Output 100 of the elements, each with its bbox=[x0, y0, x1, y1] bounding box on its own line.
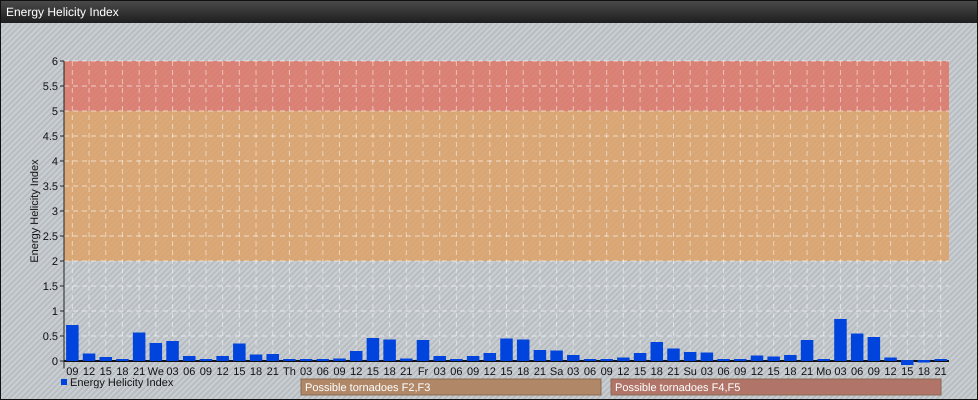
y-tick-label: 0 bbox=[52, 356, 58, 368]
y-tick-label: 1.5 bbox=[42, 281, 58, 293]
x-tick-label: 18 bbox=[650, 366, 663, 378]
x-tick-label: 12 bbox=[82, 366, 96, 378]
y-tick-label: 3.5 bbox=[42, 181, 58, 193]
x-tick-label: 09 bbox=[600, 366, 613, 378]
bar bbox=[182, 356, 196, 361]
bar bbox=[918, 360, 930, 362]
bar bbox=[366, 338, 380, 361]
bar bbox=[500, 338, 513, 361]
x-tick-label: 06 bbox=[584, 366, 596, 378]
bar bbox=[534, 350, 546, 361]
bar bbox=[400, 358, 413, 361]
x-tick-label: 03 bbox=[300, 366, 312, 378]
x-tick-label: 12 bbox=[884, 366, 897, 378]
bar bbox=[650, 342, 664, 361]
x-tick-label: 03 bbox=[700, 366, 713, 378]
y-tick-label: 1 bbox=[52, 306, 58, 318]
y-tick-label: 4.5 bbox=[42, 131, 58, 143]
bar bbox=[166, 341, 179, 361]
x-tick-label: 09 bbox=[466, 366, 480, 378]
x-tick-label: 15 bbox=[233, 366, 246, 378]
bar bbox=[634, 353, 646, 361]
x-tick-label: 18 bbox=[918, 366, 930, 378]
y-tick-label: 0.5 bbox=[42, 331, 58, 343]
bar bbox=[767, 356, 780, 361]
note-label: Possible tornadoes F2,F3 bbox=[305, 382, 430, 394]
x-tick-label: 21 bbox=[800, 366, 814, 378]
bar bbox=[99, 357, 112, 361]
bar bbox=[700, 352, 714, 361]
bar bbox=[350, 351, 362, 361]
x-tick-label: 21 bbox=[534, 366, 546, 378]
x-tick-label: 18 bbox=[784, 366, 796, 378]
bar bbox=[132, 332, 146, 361]
x-tick-label: 18 bbox=[517, 366, 530, 378]
bar bbox=[750, 356, 764, 361]
y-tick-label: 5 bbox=[52, 106, 58, 118]
bar bbox=[516, 340, 530, 361]
x-tick-label: 12 bbox=[617, 366, 630, 378]
x-tick-label: 03 bbox=[567, 366, 580, 378]
bar bbox=[66, 325, 79, 361]
y-tick-label: 3 bbox=[52, 206, 58, 218]
bar bbox=[667, 348, 680, 361]
y-tick-label: 2.5 bbox=[42, 231, 58, 243]
bar bbox=[850, 334, 864, 361]
bar bbox=[884, 358, 897, 361]
x-tick-label: 12 bbox=[216, 366, 229, 378]
x-tick-label: 09 bbox=[868, 366, 880, 378]
bar bbox=[834, 319, 847, 361]
x-tick-label: 21 bbox=[667, 366, 680, 378]
window-title: Energy Helicity Index bbox=[1, 1, 977, 23]
x-tick-label: 12 bbox=[484, 366, 496, 378]
x-tick-label: 15 bbox=[100, 366, 112, 378]
x-tick-label: 15 bbox=[634, 366, 646, 378]
x-tick-label: 06 bbox=[851, 366, 864, 378]
x-tick-label: 12 bbox=[750, 366, 764, 378]
x-tick-label: 15 bbox=[901, 366, 914, 378]
x-tick-label: 03 bbox=[434, 366, 446, 378]
x-tick-label: 15 bbox=[500, 366, 513, 378]
bar bbox=[333, 358, 346, 361]
x-tick-label: 03 bbox=[834, 366, 847, 378]
legend-label: Energy Helicity Index bbox=[70, 377, 174, 389]
y-tick-label: 4 bbox=[52, 156, 58, 168]
x-tick-label: 21 bbox=[934, 366, 947, 378]
x-tick-label: 09 bbox=[333, 366, 346, 378]
y-tick-label: 2 bbox=[52, 256, 58, 268]
bar bbox=[567, 355, 580, 361]
x-tick-label: 06 bbox=[183, 366, 196, 378]
bar bbox=[82, 354, 96, 361]
x-tick-label: 03 bbox=[166, 366, 179, 378]
x-tick-label: Sa bbox=[550, 366, 564, 378]
x-tick-label: 21 bbox=[400, 366, 412, 378]
x-tick-label: 09 bbox=[734, 366, 746, 378]
x-tick-label: 18 bbox=[116, 366, 129, 378]
x-tick-label: We bbox=[148, 366, 164, 378]
bar bbox=[233, 344, 246, 361]
x-tick-label: 09 bbox=[200, 366, 212, 378]
bar bbox=[466, 356, 480, 361]
x-tick-label: 06 bbox=[450, 366, 463, 378]
bar bbox=[868, 337, 880, 361]
x-tick-label: Fr bbox=[418, 366, 428, 378]
bar bbox=[250, 354, 262, 361]
bar bbox=[216, 356, 229, 361]
y-axis-title: Energy Helicity Index bbox=[29, 159, 41, 263]
y-tick-label: 5.5 bbox=[42, 81, 58, 93]
bar bbox=[617, 358, 630, 361]
x-tick-label: Mo bbox=[816, 366, 832, 378]
bar bbox=[266, 354, 279, 361]
bar bbox=[433, 356, 446, 361]
bar bbox=[550, 350, 563, 361]
x-tick-label: 12 bbox=[350, 366, 362, 378]
bar bbox=[800, 340, 814, 361]
x-tick-label: 06 bbox=[316, 366, 329, 378]
bar bbox=[684, 352, 696, 361]
x-tick-label: 09 bbox=[66, 366, 78, 378]
x-tick-label: 21 bbox=[266, 366, 279, 378]
bar bbox=[150, 343, 162, 361]
x-tick-label: Th bbox=[283, 366, 296, 378]
x-tick-label: Su bbox=[683, 366, 697, 378]
bar bbox=[901, 360, 914, 365]
